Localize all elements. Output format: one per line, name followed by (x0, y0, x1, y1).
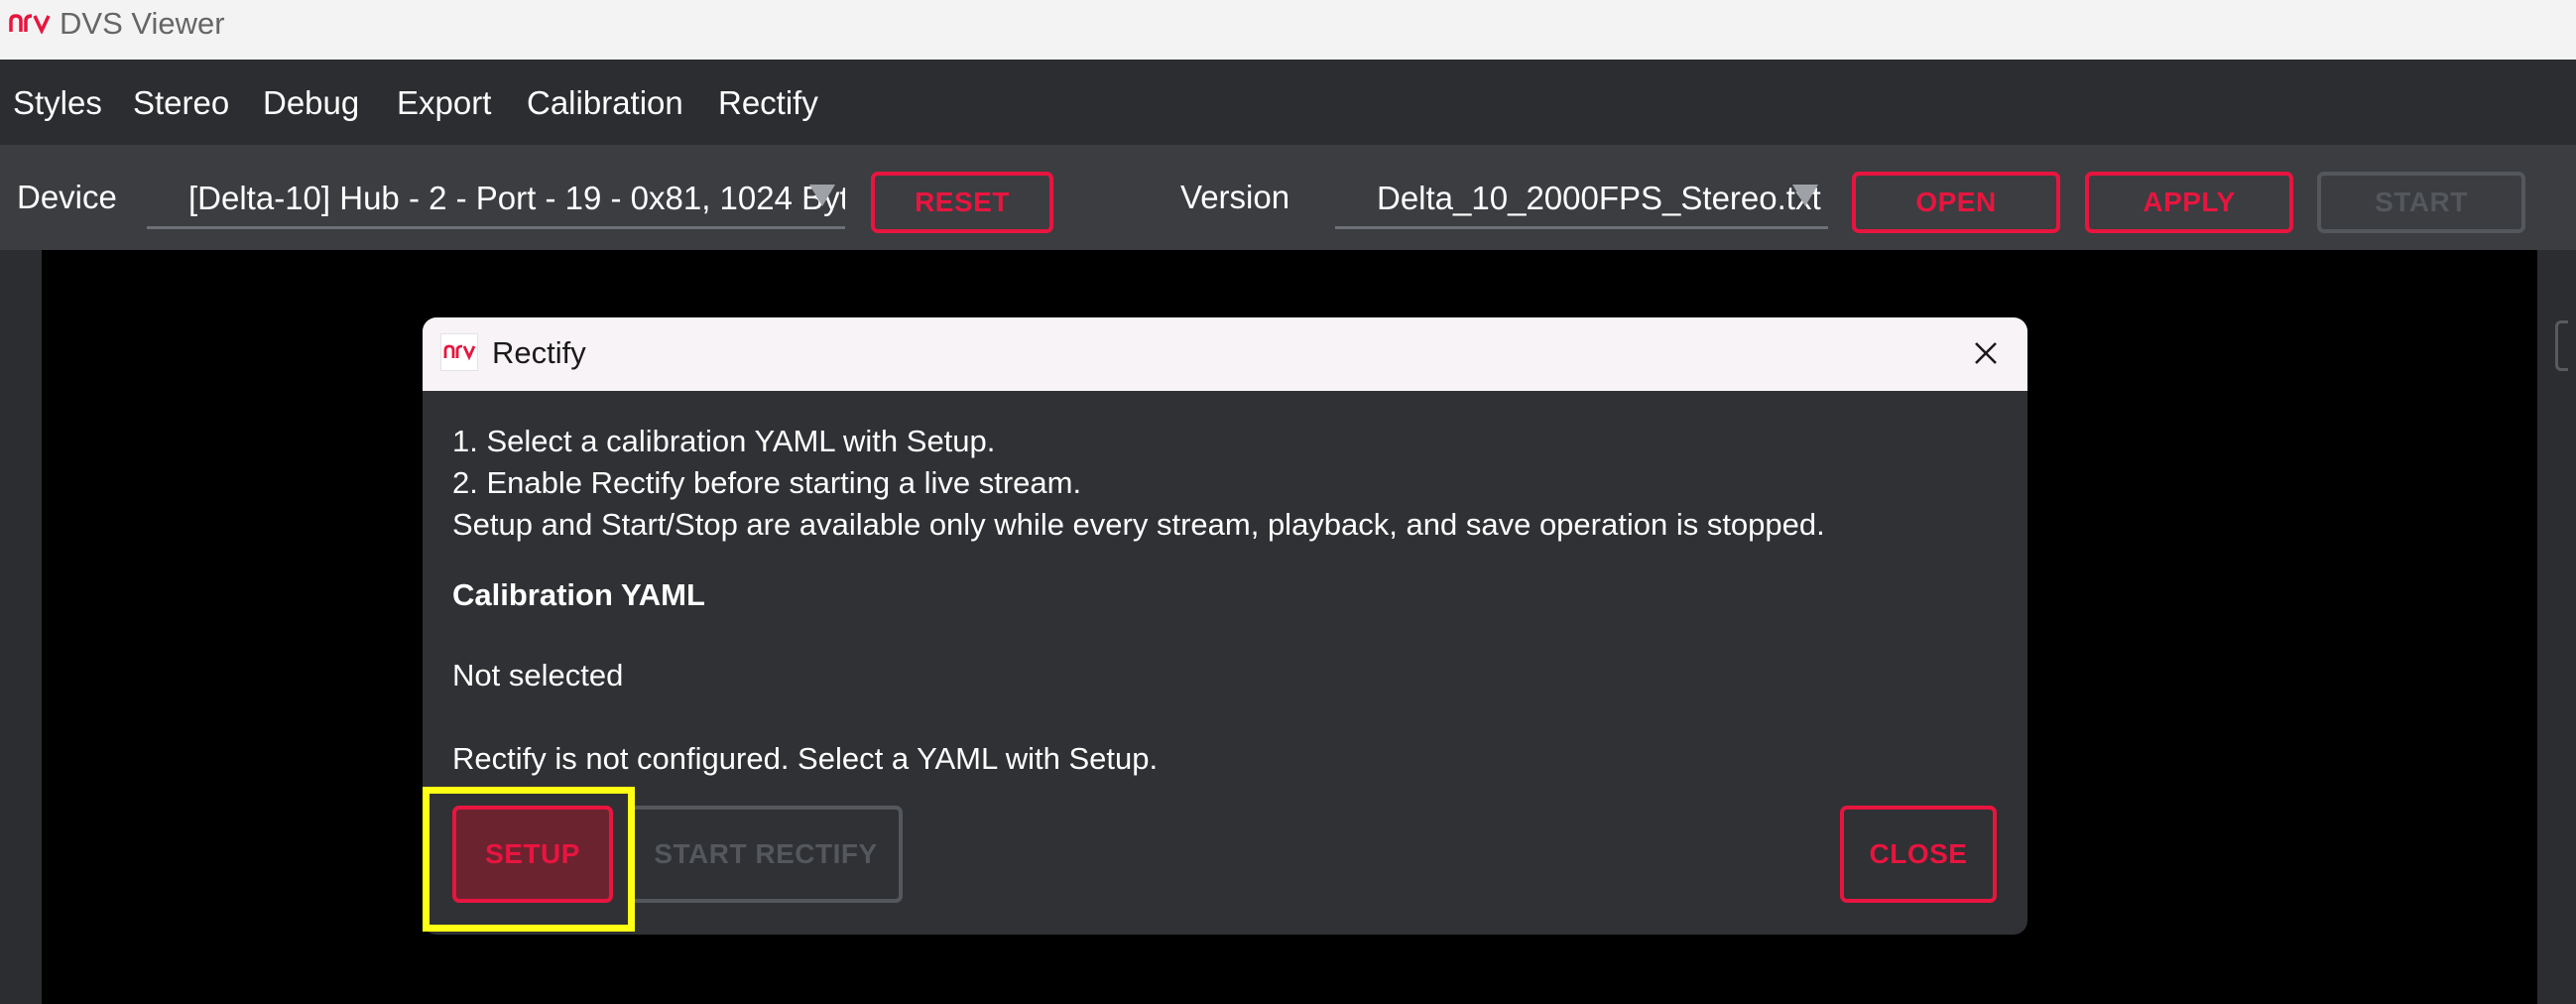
menu-debug[interactable]: Debug (263, 83, 359, 123)
dropdown-arrow-icon (1792, 185, 1818, 206)
dropdown-arrow-icon (809, 185, 835, 206)
menu-styles[interactable]: Styles (13, 83, 102, 123)
setup-highlight-box (423, 787, 635, 932)
instruction-step-2: 2. Enable Rectify before starting a live… (452, 465, 1082, 500)
title-bar: DVS Viewer (0, 0, 2576, 60)
version-label: Version (1180, 179, 1290, 215)
rectify-status-text: Rectify is not configured. Select a YAML… (452, 741, 1159, 776)
instruction-step-1: 1. Select a calibration YAML with Setup. (452, 424, 996, 458)
nrv-logo-icon (440, 333, 478, 371)
reset-button[interactable]: RESET (871, 172, 1053, 233)
rectify-dialog: Rectify 1. Select a calibration YAML wit… (423, 317, 2027, 935)
nrv-logo-icon (9, 14, 51, 34)
menu-bar: Styles Stereo Debug Export Calibration R… (0, 60, 2576, 145)
window-title: DVS Viewer (60, 6, 225, 41)
menu-calibration[interactable]: Calibration (527, 83, 683, 123)
dialog-header: Rectify (423, 317, 2027, 391)
menu-rectify[interactable]: Rectify (718, 83, 818, 123)
dialog-title: Rectify (492, 335, 586, 370)
version-select[interactable]: Delta_10_2000FPS_Stereo.txt (1335, 169, 1828, 229)
yaml-file-status: Not selected (452, 658, 624, 692)
close-button[interactable]: CLOSE (1840, 806, 1997, 903)
device-label: Device (17, 179, 117, 215)
start-rectify-button[interactable]: START RECTIFY (629, 806, 903, 903)
menu-export[interactable]: Export (397, 83, 491, 123)
device-select[interactable]: [Delta-10] Hub - 2 - Port - 19 - 0x81, 1… (147, 169, 845, 229)
side-panel-handle (2555, 320, 2568, 371)
open-button[interactable]: OPEN (1852, 172, 2060, 233)
instruction-note: Setup and Start/Stop are available only … (452, 507, 1825, 542)
device-toolbar: Device [Delta-10] Hub - 2 - Port - 19 - … (0, 145, 2576, 250)
device-select-value: [Delta-10] Hub - 2 - Port - 19 - 0x81, 1… (188, 180, 845, 216)
version-select-value: Delta_10_2000FPS_Stereo.txt (1377, 180, 1821, 216)
close-icon[interactable] (1967, 334, 2005, 372)
start-button[interactable]: START (2317, 172, 2525, 233)
menu-stereo[interactable]: Stereo (133, 83, 229, 123)
apply-button[interactable]: APPLY (2085, 172, 2293, 233)
calibration-yaml-heading: Calibration YAML (452, 577, 705, 612)
